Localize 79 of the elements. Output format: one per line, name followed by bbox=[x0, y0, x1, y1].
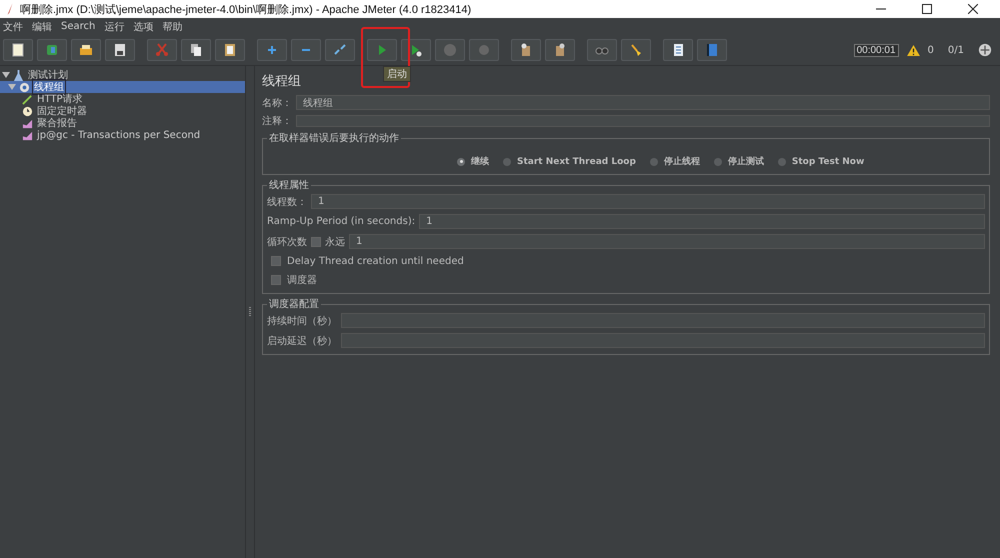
toolbar-button[interactable] bbox=[181, 39, 211, 61]
checkbox[interactable] bbox=[271, 256, 281, 266]
checkbox-label: 永远 bbox=[325, 236, 345, 248]
clipboard-icon bbox=[222, 42, 238, 58]
ramp-up-field[interactable]: 1 bbox=[419, 214, 985, 229]
radio-option[interactable]: 停止线程 bbox=[650, 155, 700, 168]
input-field[interactable] bbox=[341, 313, 985, 328]
toolbar-button[interactable] bbox=[215, 39, 245, 61]
scissors-icon bbox=[154, 42, 170, 58]
toolbar-button[interactable] bbox=[663, 39, 693, 61]
splitter-handle-icon[interactable] bbox=[249, 307, 251, 317]
menu-item[interactable]: 选项 bbox=[133, 20, 154, 34]
minus-icon bbox=[302, 49, 310, 51]
tree-item[interactable]: HTTP请求 bbox=[0, 93, 245, 105]
chart-icon bbox=[22, 130, 33, 140]
checkbox[interactable] bbox=[311, 236, 321, 246]
radio-option[interactable]: 继续 bbox=[457, 155, 489, 168]
group-title: 线程属性 bbox=[268, 178, 310, 192]
menu-item[interactable]: 文件 bbox=[3, 20, 23, 34]
toolbar-button[interactable] bbox=[511, 39, 541, 61]
copy-icon bbox=[188, 42, 204, 58]
field-label: 线程数： bbox=[267, 196, 307, 208]
toolbar-button[interactable] bbox=[401, 39, 431, 61]
floppy-icon bbox=[112, 42, 128, 58]
chart-icon bbox=[22, 118, 33, 128]
toolbar-button[interactable] bbox=[3, 39, 33, 61]
menu-item[interactable]: 编辑 bbox=[32, 20, 52, 34]
field-label: 名称： bbox=[262, 96, 292, 110]
group-title: 调度器配置 bbox=[268, 298, 320, 311]
menu-item[interactable]: 帮助 bbox=[162, 20, 182, 34]
remote-icon bbox=[978, 43, 992, 57]
warning-icon[interactable] bbox=[906, 44, 920, 56]
help-icon bbox=[704, 42, 720, 58]
toolbar-button[interactable] bbox=[545, 39, 575, 61]
field-label: 持续时间（秒） bbox=[267, 314, 337, 328]
stop-icon bbox=[442, 42, 458, 58]
tree-item[interactable]: 聚合报告 bbox=[0, 117, 245, 129]
toolbar-button[interactable] bbox=[325, 39, 355, 61]
group-title: 在取样器错误后要执行的动作 bbox=[268, 132, 400, 145]
menu-item[interactable]: Search bbox=[61, 21, 96, 32]
tree-item[interactable]: 线程组 bbox=[0, 81, 245, 93]
toolbar-button[interactable] bbox=[621, 39, 651, 61]
template-icon bbox=[44, 42, 60, 58]
feather-icon bbox=[6, 3, 14, 15]
menu-item[interactable]: 运行 bbox=[104, 20, 124, 34]
field-label: 注释： bbox=[262, 114, 292, 128]
maximize-icon[interactable] bbox=[922, 4, 932, 14]
tooltip: 启动 bbox=[383, 66, 411, 82]
panel-title: 线程组 bbox=[262, 73, 301, 90]
clock-icon bbox=[22, 106, 33, 116]
elapsed-timer: 00:00:01 bbox=[854, 44, 899, 56]
thread-count: 0/1 bbox=[948, 44, 964, 56]
radio-option[interactable]: Start Next Thread Loop bbox=[503, 155, 636, 168]
radio-option[interactable]: 停止测试 bbox=[714, 155, 764, 168]
toolbar-button[interactable] bbox=[71, 39, 101, 61]
window-title: 啊删除.jmx (D:\测试\jeme\apache-jmeter-4.0\bin\啊删除.jmx) - Apache JMeter (4.0 r1823414) bbox=[20, 2, 472, 16]
radio-option[interactable]: Stop Test Now bbox=[778, 155, 864, 168]
tree-item[interactable]: 固定定时器 bbox=[0, 105, 245, 117]
input-field[interactable] bbox=[341, 333, 985, 348]
checkbox[interactable] bbox=[271, 275, 281, 285]
toolbar-button[interactable] bbox=[105, 39, 135, 61]
name-field[interactable]: 线程组 bbox=[296, 95, 990, 110]
thread-count-field[interactable]: 1 bbox=[311, 194, 985, 209]
toolbar-button[interactable] bbox=[697, 39, 727, 61]
comment-field[interactable] bbox=[296, 114, 990, 126]
close-icon[interactable] bbox=[968, 4, 978, 14]
document-icon bbox=[10, 42, 26, 58]
warning-count: 0 bbox=[928, 44, 934, 56]
field-label: Ramp-Up Period (in seconds): bbox=[267, 216, 416, 227]
loop-count-field[interactable]: 1 bbox=[349, 234, 985, 249]
checkbox-label: 调度器 bbox=[287, 274, 317, 287]
checkbox-label: Delay Thread creation until needed bbox=[287, 256, 464, 266]
folder-icon bbox=[78, 42, 94, 58]
field-label: 循环次数 bbox=[267, 236, 307, 248]
toolbar-button[interactable] bbox=[587, 39, 617, 61]
field-label: 启动延迟（秒） bbox=[267, 334, 337, 348]
tree-item[interactable]: jp@gc - Transactions per Second bbox=[0, 129, 245, 141]
gear-icon bbox=[19, 82, 30, 92]
stop-icon bbox=[476, 42, 492, 58]
